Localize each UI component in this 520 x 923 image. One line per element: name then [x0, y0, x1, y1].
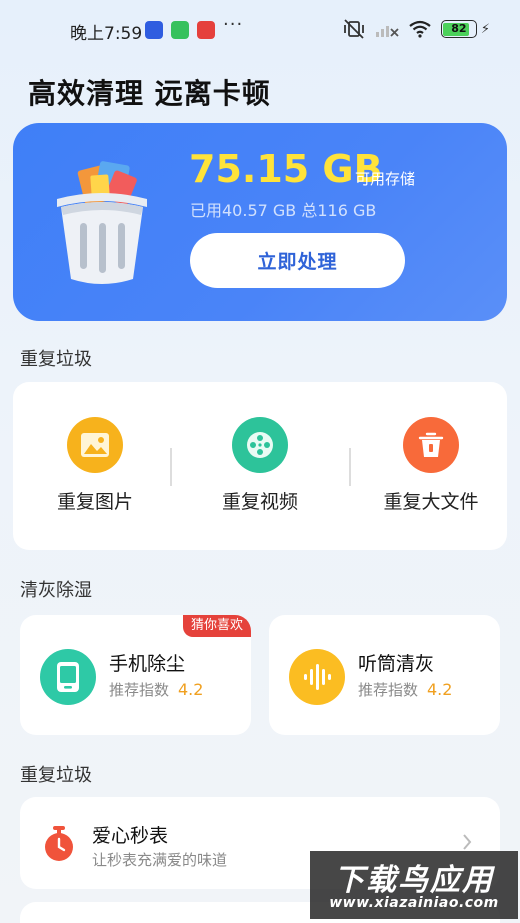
divider [170, 448, 172, 486]
page-title: 高效清理 远离卡顿 [28, 77, 271, 110]
divider [349, 448, 351, 486]
trash-can-illustration [57, 161, 147, 284]
available-storage-label: 可用存储 [355, 170, 416, 188]
stopwatch-title: 爱心秒表 [92, 825, 169, 847]
wifi-icon [409, 20, 431, 38]
watermark-title: 下载鸟应用 [334, 863, 494, 898]
image-icon [67, 417, 123, 473]
section-title-tools: 重复垃圾 [20, 765, 92, 786]
rating-value: 4.2 [178, 680, 204, 699]
duplicate-images-item[interactable]: 重复图片 [13, 382, 177, 550]
phone-dust-title: 手机除尘 [109, 653, 186, 675]
duplicate-videos-label: 重复视频 [221, 491, 298, 513]
chevron-right-icon [463, 834, 472, 850]
rating-label: 推荐指数 [358, 681, 419, 699]
duplicate-large-files-item[interactable]: 重复大文件 [355, 382, 507, 550]
app-notification-icon [145, 21, 163, 39]
vibrate-mute-icon [343, 19, 364, 39]
phone-icon [40, 649, 96, 705]
status-indicators: 82 ⚡ [342, 19, 490, 39]
rating-label: 推荐指数 [109, 681, 170, 699]
section-title-dust: 清灰除湿 [20, 580, 92, 601]
status-bar: 晚上7:59 ··· 82 ⚡ [0, 0, 520, 60]
section-title-duplicates: 重复垃圾 [20, 349, 92, 370]
battery-icon: 82 [440, 20, 477, 38]
battery-percent: 82 [451, 22, 467, 35]
charging-icon: ⚡ [480, 21, 490, 37]
duplicate-videos-item[interactable]: 重复视频 [178, 382, 342, 550]
film-reel-icon [232, 417, 288, 473]
earpiece-clean-card[interactable]: 听筒清灰 推荐指数 4.2 [269, 615, 500, 735]
stopwatch-icon [45, 826, 73, 861]
duplicate-images-label: 重复图片 [56, 491, 133, 513]
signal-icon [375, 26, 399, 37]
recommend-badge: 猜你喜欢 [182, 615, 251, 637]
more-notifications-icon: ··· [223, 14, 244, 35]
process-now-button[interactable]: 立即处理 [190, 233, 405, 288]
stopwatch-subtitle: 让秒表充满爱的味道 [92, 851, 228, 869]
phone-dust-card[interactable]: 猜你喜欢 手机除尘 推荐指数 4.2 [20, 615, 251, 735]
sound-wave-icon [289, 649, 345, 705]
rating-value: 4.2 [427, 680, 453, 699]
watermark-url: www.xiazainiao.com [329, 895, 499, 911]
earpiece-clean-title: 听筒清灰 [358, 653, 435, 675]
app-notification-icon [197, 21, 215, 39]
available-storage-value: 75.15 GB [189, 147, 383, 191]
trash-icon [403, 417, 459, 473]
notification-icons [145, 21, 215, 39]
wechat-notification-icon [171, 21, 189, 39]
duplicate-large-files-label: 重复大文件 [383, 491, 479, 513]
duplicates-card: 重复图片 重复视频 重复大文件 [13, 382, 507, 550]
storage-card: 75.15 GB 可用存储 已用40.57 GB 总116 GB 立即处理 [13, 123, 507, 321]
storage-usage-text: 已用40.57 GB 总116 GB [190, 201, 377, 220]
watermark: 下载鸟应用 www.xiazainiao.com [310, 851, 518, 919]
status-time: 晚上7:59 [70, 24, 143, 44]
